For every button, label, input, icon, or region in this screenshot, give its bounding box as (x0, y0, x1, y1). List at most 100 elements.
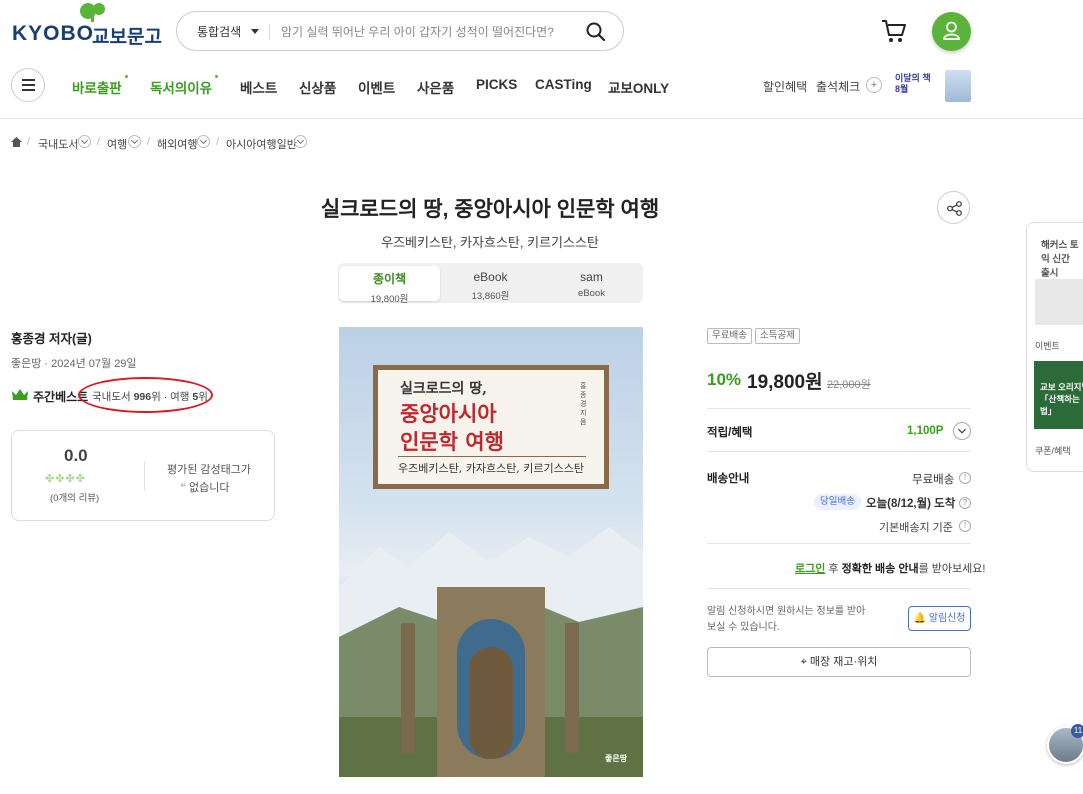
publisher-date: 좋은땅 · 2024년 07월 29일 (11, 358, 137, 370)
side-promo-title[interactable]: 해커스 토익 신간 출시 (1041, 239, 1081, 281)
help-icon[interactable]: ? (959, 497, 971, 509)
nav-casting[interactable]: CASTing (535, 77, 592, 92)
share-button[interactable] (937, 191, 970, 224)
month-book-link[interactable]: 이달의 책 8월 (895, 73, 931, 95)
nav-picks[interactable]: PICKS (476, 77, 517, 92)
search-bar: 통합검색 (176, 11, 624, 51)
book-cover-image[interactable]: 실크로드의 땅, 중앙아시아 인문학 여행 홍종경 지음 우즈베키스탄, 카자흐… (339, 327, 643, 777)
discount-benefit-link[interactable]: 할인혜택 (763, 78, 807, 95)
nav-new[interactable]: 신상품 (299, 77, 336, 97)
review-count: (0개의 리뷰) (50, 493, 100, 504)
points-value: 1,100P (907, 425, 944, 437)
free-shipping-badge: 무료배송 (707, 328, 752, 344)
alarm-description: 알림 신청하시면 원하시는 정보를 받아 보실 수 있습니다. (707, 606, 866, 633)
cover-title-card: 실크로드의 땅, 중앙아시아 인문학 여행 홍종경 지음 우즈베키스탄, 카자흐… (373, 365, 609, 489)
chevron-down-icon[interactable] (78, 135, 91, 148)
breadcrumb-asia[interactable]: 아시아여행일반 (226, 136, 297, 152)
same-day-badge: 당일배송 (814, 494, 861, 510)
breadcrumb-separator: / (97, 136, 101, 148)
side-banner-image[interactable]: 교보 오리지널 「산책하는 법」 (1034, 361, 1083, 429)
tab-label: eBook (473, 270, 508, 284)
login-notice: 로그인 후 정확한 배송 안내를 받아보세요! (795, 560, 985, 576)
tab-price: 13,860원 (471, 291, 510, 302)
nav-event[interactable]: 이벤트 (358, 77, 395, 97)
clover-rating-icon: ✤✤✤✤ (45, 473, 86, 485)
cart-icon[interactable] (880, 18, 908, 44)
search-input[interactable] (281, 20, 571, 44)
tab-price: 19,800원 (370, 294, 409, 305)
nav-label: 독서의이유 (150, 81, 213, 96)
tab-label: 종이책 (372, 272, 407, 286)
breadcrumb-travel[interactable]: 여행 (107, 136, 127, 152)
month-book-thumbnail[interactable] (945, 70, 971, 102)
divider (707, 588, 971, 589)
sale-price: 19,800원 (747, 372, 823, 393)
login-end: 를 받아보세요! (918, 563, 986, 575)
search-icon[interactable] (585, 21, 607, 43)
nav-label: 바로출판 (72, 81, 122, 96)
menu-line (22, 84, 35, 86)
plus-icon[interactable]: + (866, 77, 882, 93)
store-stock-button[interactable]: ⌖ 매장 재고·위치 (707, 647, 971, 677)
breadcrumb-overseas[interactable]: 해외여행 (157, 136, 197, 152)
month-book-title: 이달의 책 (895, 73, 931, 83)
review-summary-box[interactable]: 0.0 ✤✤✤✤ (0개의 리뷰) 평가된 감성태그가 ❝ 없습니다 (11, 430, 275, 521)
caret-down-icon[interactable] (251, 29, 259, 34)
login-bold: 정확한 배송 안내 (841, 563, 919, 575)
nav-best[interactable]: 베스트 (240, 77, 277, 97)
alarm-button-label: 알림신청 (928, 613, 966, 624)
nav-gift[interactable]: 사은품 (417, 77, 454, 97)
points-expand-button[interactable] (953, 422, 971, 440)
nav-kyobo-only[interactable]: 교보ONLY (608, 77, 669, 97)
cover-divider (398, 456, 586, 457)
home-icon[interactable] (11, 137, 22, 147)
chevron-down-icon (958, 428, 966, 434)
tax-deduction-badge: 소득공제 (755, 328, 800, 344)
chevron-down-icon[interactable] (128, 135, 141, 148)
new-dot (124, 75, 128, 78)
login-mid: 후 (825, 563, 842, 575)
tab-ebook[interactable]: eBook 13,860원 (440, 266, 541, 302)
share-icon (947, 201, 962, 216)
divider (144, 461, 145, 491)
login-link[interactable]: 로그인 (795, 563, 825, 575)
tab-sam[interactable]: sam eBook (541, 266, 642, 301)
nav-reading-reason[interactable]: 독서의이유 (150, 75, 219, 97)
logo-text-en: KYOBO (12, 22, 95, 45)
bell-icon: 🔔 (913, 613, 926, 624)
base-location: 기본배송지 기준 (879, 522, 953, 534)
chevron-down-icon[interactable] (197, 135, 210, 148)
original-price: 22,000원 (827, 379, 871, 391)
logo-text-ko: 교보문고 (92, 27, 162, 48)
user-account-button[interactable] (932, 12, 971, 51)
divider (707, 543, 971, 544)
breadcrumb-separator: / (147, 136, 151, 148)
breadcrumb-separator: / (27, 136, 31, 148)
breadcrumb-domestic[interactable]: 국내도서 (38, 136, 78, 152)
side-event-label[interactable]: 이벤트 (1035, 339, 1060, 352)
side-banner-text: 교보 오리지널 「산책하는 법」 (1040, 382, 1083, 416)
store-button-label: 매장 재고·위치 (809, 656, 878, 668)
discount-rate: 10% (707, 370, 742, 389)
kyobo-logo[interactable]: KYOBO 교보문고 (12, 2, 162, 48)
cover-line3: 인문학 여행 (400, 429, 504, 454)
month-book-month: 8월 (895, 84, 909, 94)
attendance-link[interactable]: 출석체크 (816, 78, 860, 95)
info-icon[interactable]: ! (959, 472, 971, 484)
side-promo-image[interactable] (1035, 279, 1083, 325)
info-icon[interactable]: ! (959, 520, 971, 532)
tab-price: eBook (578, 288, 605, 299)
hamburger-menu-button[interactable] (11, 68, 45, 102)
cover-line1: 실크로드의 땅, (400, 381, 488, 397)
cover-publisher: 좋은땅 (605, 754, 628, 763)
cover-line2: 중앙아시아 (400, 401, 497, 426)
side-coupon-label[interactable]: 쿠폰/혜택 (1035, 444, 1071, 457)
author-link[interactable]: 홍종경 저자(글) (11, 328, 92, 347)
search-scope-select[interactable]: 통합검색 (197, 23, 241, 40)
tab-paper-book[interactable]: 종이책 19,800원 (339, 266, 440, 305)
nav-barochulpan[interactable]: 바로출판 (72, 75, 128, 97)
alarm-subscribe-button[interactable]: 🔔 알림신청 (908, 606, 971, 631)
chevron-down-icon[interactable] (294, 135, 307, 148)
side-promo-panel: 해커스 토익 신간 출시 이벤트 교보 오리지널 「산책하는 법」 쿠폰/혜택 (1026, 222, 1083, 472)
cover-line4: 우즈베키스탄, 카자흐스탄, 키르기스스탄 (398, 462, 585, 475)
